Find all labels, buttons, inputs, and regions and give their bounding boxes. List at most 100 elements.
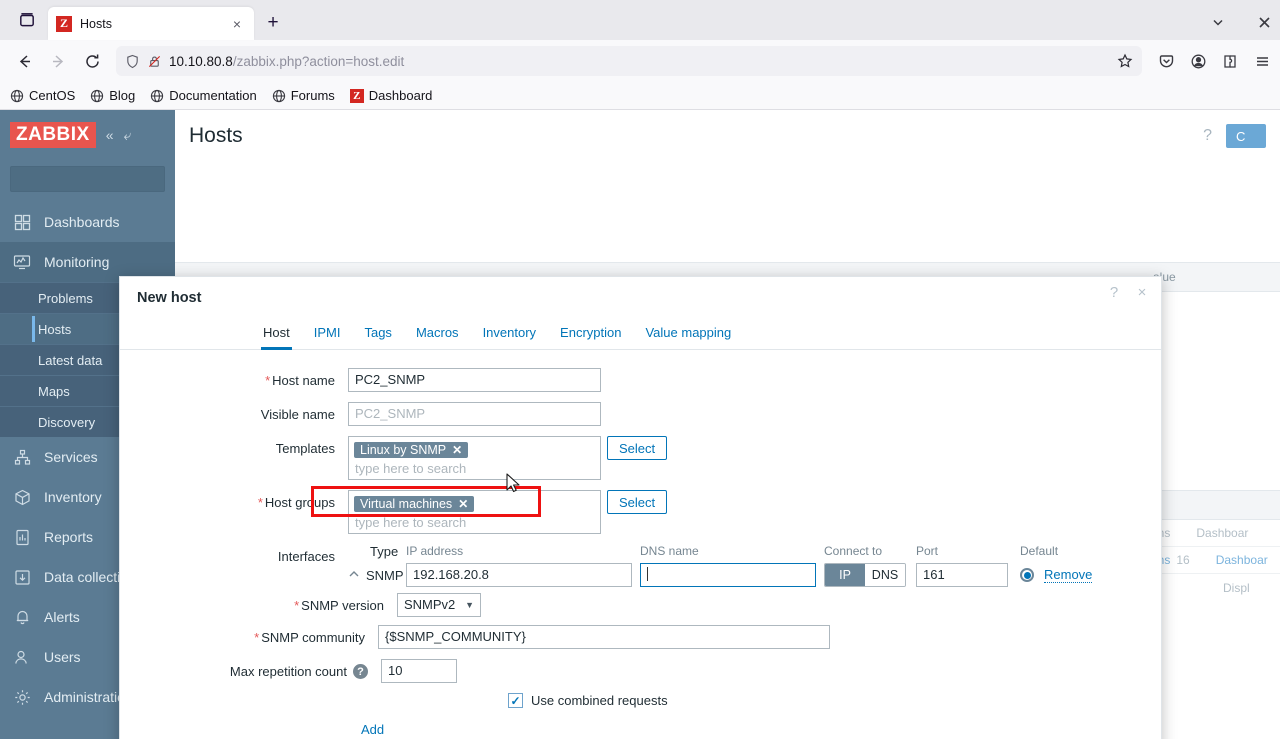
- globe-icon: [91, 89, 104, 102]
- monitoring-icon: [12, 252, 32, 272]
- required-marker: *: [257, 495, 263, 510]
- chip-remove-icon[interactable]: ✕: [452, 443, 462, 457]
- back-button[interactable]: [8, 45, 40, 77]
- chip-label: Virtual machines: [360, 497, 453, 511]
- tab-encryption[interactable]: Encryption: [548, 319, 633, 349]
- bookmarks-bar: CentOS Blog Documentation Forums Z Dashb…: [0, 82, 1280, 110]
- help-icon[interactable]: ?: [1105, 283, 1123, 301]
- ip-address-cell: 192.168.20.8: [406, 563, 636, 587]
- bookmark-label: CentOS: [29, 88, 76, 103]
- add-interface-link[interactable]: Add: [361, 722, 384, 737]
- templates-search-placeholder[interactable]: type here to search: [354, 461, 595, 476]
- bookmark-dashboard[interactable]: Z Dashboard: [349, 88, 433, 103]
- bookmark-documentation[interactable]: Documentation: [150, 88, 257, 103]
- url-path: /zabbix.php?action=host.edit: [232, 53, 405, 69]
- tab-macros[interactable]: Macros: [404, 319, 471, 349]
- collapse-sidebar-icon[interactable]: «: [106, 127, 114, 143]
- shield-icon: [127, 54, 138, 68]
- bookmark-forums[interactable]: Forums: [272, 88, 335, 103]
- create-host-button[interactable]: C: [1226, 124, 1266, 148]
- forward-button[interactable]: [42, 45, 74, 77]
- column-header-default: Default: [1020, 544, 1059, 558]
- default-radio[interactable]: [1020, 568, 1034, 582]
- use-combined-requests-checkbox[interactable]: ✓: [508, 693, 523, 708]
- templates-select-button[interactable]: Select: [607, 436, 668, 460]
- bookmark-label: Forums: [290, 88, 335, 103]
- host-groups-multiselect[interactable]: Virtual machines ✕ type here to search: [348, 490, 601, 534]
- host-groups-select-button[interactable]: Select: [607, 490, 668, 514]
- menu-icon[interactable]: [1252, 51, 1272, 71]
- reload-button[interactable]: [76, 45, 108, 77]
- inventory-icon: [12, 487, 32, 507]
- administration-icon: [12, 687, 32, 707]
- help-icon[interactable]: ?: [353, 664, 368, 679]
- chevron-up-icon[interactable]: [348, 568, 360, 583]
- browser-window: Z Hosts × + 10.10.80.8/zabbix.php?action…: [0, 0, 1280, 739]
- visible-name-input[interactable]: PC2_SNMP: [348, 402, 601, 426]
- tab-tags[interactable]: Tags: [352, 319, 403, 349]
- dns-name-cell: [640, 563, 818, 587]
- window-close-icon[interactable]: [1254, 12, 1274, 32]
- close-icon[interactable]: ×: [1133, 283, 1151, 301]
- data-collection-icon: [12, 567, 32, 587]
- interface-row-snmp: SNMP 192.168.20.8 IP DNS 161 Remove: [348, 563, 1161, 587]
- account-icon[interactable]: [1188, 51, 1208, 71]
- snmp-version-select[interactable]: SNMPv2 ▼: [397, 593, 481, 617]
- page-content: Hosts ? C alue phs Dashboar phs: [0, 110, 1280, 739]
- bookmark-centos[interactable]: CentOS: [10, 88, 75, 103]
- new-host-dialog: New host ? × Host IPMI Tags Macros Inven…: [119, 276, 1162, 739]
- connect-to-toggle[interactable]: IP DNS: [824, 563, 906, 587]
- zabbix-logo[interactable]: ZABBIX: [10, 122, 96, 148]
- bookmark-label: Dashboard: [368, 88, 433, 103]
- use-combined-requests-row[interactable]: ✓ Use combined requests: [508, 693, 668, 708]
- interface-type-cell: SNMP: [348, 568, 406, 583]
- connect-dns-option[interactable]: DNS: [865, 564, 905, 586]
- interface-type-label: SNMP: [366, 567, 404, 583]
- field-host-groups: * Host groups Virtual machines ✕ type her…: [120, 490, 1161, 534]
- tab-host[interactable]: Host: [251, 319, 302, 350]
- dashboards-cell[interactable]: Dashboar: [1216, 553, 1268, 567]
- bookmark-blog[interactable]: Blog: [90, 88, 135, 103]
- sidebar-item-label: Inventory: [44, 489, 102, 505]
- label-text: SNMP version: [301, 598, 384, 613]
- chip-host-group[interactable]: Virtual machines ✕: [354, 496, 475, 512]
- extensions-icon[interactable]: [1220, 51, 1240, 71]
- address-bar[interactable]: 10.10.80.8/zabbix.php?action=host.edit: [116, 46, 1142, 76]
- field-use-combined-requests: ✓ Use combined requests: [120, 693, 1161, 708]
- remove-interface-link[interactable]: Remove: [1044, 567, 1093, 583]
- tab-value-mapping[interactable]: Value mapping: [633, 319, 743, 349]
- port-input[interactable]: 161: [916, 563, 1008, 587]
- host-groups-search-placeholder[interactable]: type here to search: [354, 515, 595, 530]
- chip-remove-icon[interactable]: ✕: [458, 497, 468, 511]
- field-host-name: * Host name PC2_SNMP: [120, 368, 1161, 392]
- label-host-name: * Host name: [120, 368, 348, 388]
- snmp-community-input[interactable]: {$SNMP_COMMUNITY}: [378, 625, 830, 649]
- close-icon[interactable]: ×: [228, 15, 246, 33]
- tab-ipmi[interactable]: IPMI: [302, 319, 353, 349]
- chip-template[interactable]: Linux by SNMP ✕: [354, 442, 469, 458]
- field-snmp-community: * SNMP community {$SNMP_COMMUNITY}: [120, 625, 1161, 649]
- new-tab-button[interactable]: +: [258, 8, 288, 38]
- alerts-icon: [12, 607, 32, 627]
- connect-ip-option[interactable]: IP: [825, 564, 865, 586]
- host-name-input[interactable]: PC2_SNMP: [348, 368, 601, 392]
- help-icon[interactable]: ?: [1203, 127, 1212, 145]
- label-host-groups: * Host groups: [120, 490, 348, 510]
- chevron-down-icon[interactable]: [1208, 12, 1228, 32]
- max-repetition-count-input[interactable]: 10: [381, 659, 457, 683]
- label-snmp-version: * SNMP version: [120, 593, 397, 613]
- required-marker: *: [294, 598, 300, 613]
- firefox-view-button[interactable]: [6, 0, 48, 40]
- browser-tab[interactable]: Z Hosts ×: [48, 7, 254, 40]
- field-templates: Templates Linux by SNMP ✕ type here to s…: [120, 436, 1161, 480]
- hide-sidebar-icon[interactable]: ⤶: [124, 127, 132, 144]
- templates-multiselect[interactable]: Linux by SNMP ✕ type here to search: [348, 436, 601, 480]
- pocket-icon[interactable]: [1156, 51, 1176, 71]
- bookmark-star-icon[interactable]: [1112, 48, 1138, 74]
- tab-inventory[interactable]: Inventory: [471, 319, 548, 349]
- sidebar-item-dashboards[interactable]: Dashboards: [0, 202, 175, 242]
- dns-name-input[interactable]: [640, 563, 816, 587]
- ip-address-input[interactable]: 192.168.20.8: [406, 563, 632, 587]
- tab-strip: Z Hosts × +: [0, 0, 1280, 40]
- sidebar-search-input[interactable]: [10, 166, 165, 192]
